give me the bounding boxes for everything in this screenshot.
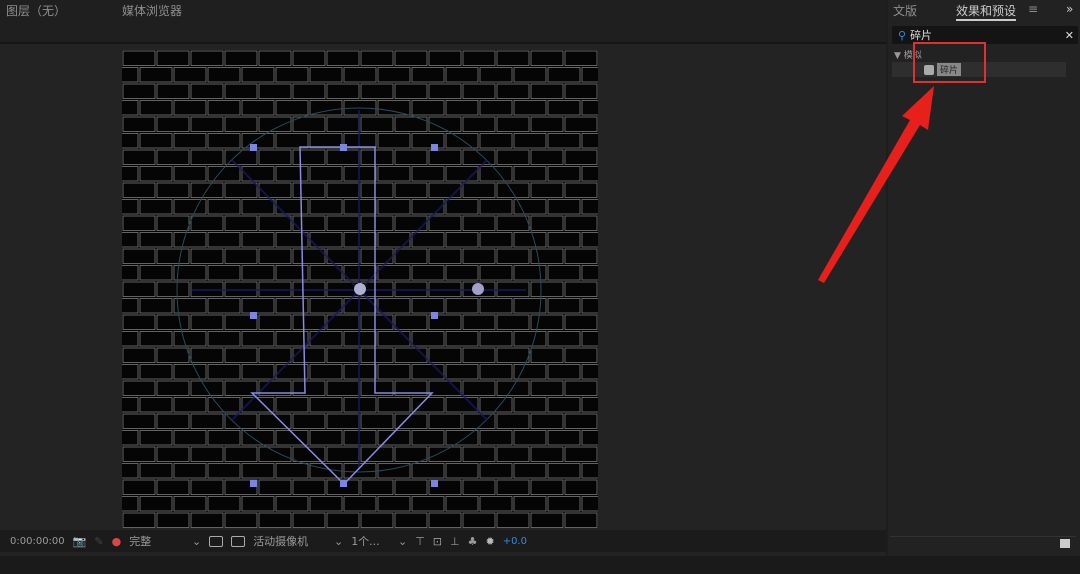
tab-layer[interactable]: 图层（无） [6,2,66,19]
tab-library[interactable]: 文版 [893,2,917,19]
mask-overlay[interactable] [122,50,598,528]
resolution-value: 完整 [129,535,152,548]
highlight-box [913,42,986,83]
timeline-icon[interactable]: ⊥ [450,535,460,548]
color-channels-icon[interactable]: ● [112,535,122,548]
exposure-icon[interactable]: ✹ [485,535,494,548]
panel-tabs: 图层（无） 媒体浏览器 [0,0,886,44]
fast-preview-icon[interactable]: ⊡ [433,535,442,548]
panel-menu-icon[interactable]: ≡ [1028,2,1038,16]
exposure-value[interactable]: +0.0 [503,536,527,547]
panel-footer [890,536,1076,550]
clear-search-icon[interactable]: ✕ [1065,29,1074,42]
camera-value: 活动摄像机 [253,535,309,548]
tab-effects-presets[interactable]: 效果和预设 [956,2,1017,21]
chevron-down-icon: ⌄ [191,534,202,548]
views-select[interactable]: 1个... ⌄ [351,533,407,549]
region-of-interest-icon[interactable] [209,535,224,547]
camera-select[interactable]: 活动摄像机 ⌄ [253,533,343,549]
chevron-down-icon: ⌄ [333,534,344,548]
camera-snapshot-icon[interactable]: 📷 [73,535,87,548]
timecode[interactable]: 0:00:00:00 [10,536,65,547]
disclosure-triangle-icon: ▼ [894,51,904,61]
search-icon: ⚲ [898,28,907,42]
views-value: 1个... [351,535,380,548]
chevron-down-icon: ⌄ [397,534,408,548]
status-bar [0,556,1080,574]
composition-panel: 图层（无） 媒体浏览器 0:00:00:00 📷 ✎ ● 完整 ⌄ 活动摄像机 ⌄ … [0,0,886,556]
tab-media-browser[interactable]: 媒体浏览器 [122,2,182,19]
transparency-grid-icon[interactable] [231,535,246,547]
search-input[interactable]: 碎片 [910,27,932,43]
expand-panels-icon[interactable]: » [1066,2,1073,16]
show-snapshot-icon[interactable]: ✎ [94,535,103,548]
toggle-pixel-aspect-icon[interactable]: ⊤ [415,535,425,548]
viewer-toolbar: 0:00:00:00 📷 ✎ ● 完整 ⌄ 活动摄像机 ⌄ 1个... ⌄ ⊤ ⊡ ⊥… [0,530,886,552]
flowchart-icon[interactable]: ♣ [468,535,478,548]
resolution-select[interactable]: 完整 ⌄ [129,533,201,549]
new-folder-icon[interactable] [1060,539,1070,548]
red-annotation-arrow [818,86,934,283]
